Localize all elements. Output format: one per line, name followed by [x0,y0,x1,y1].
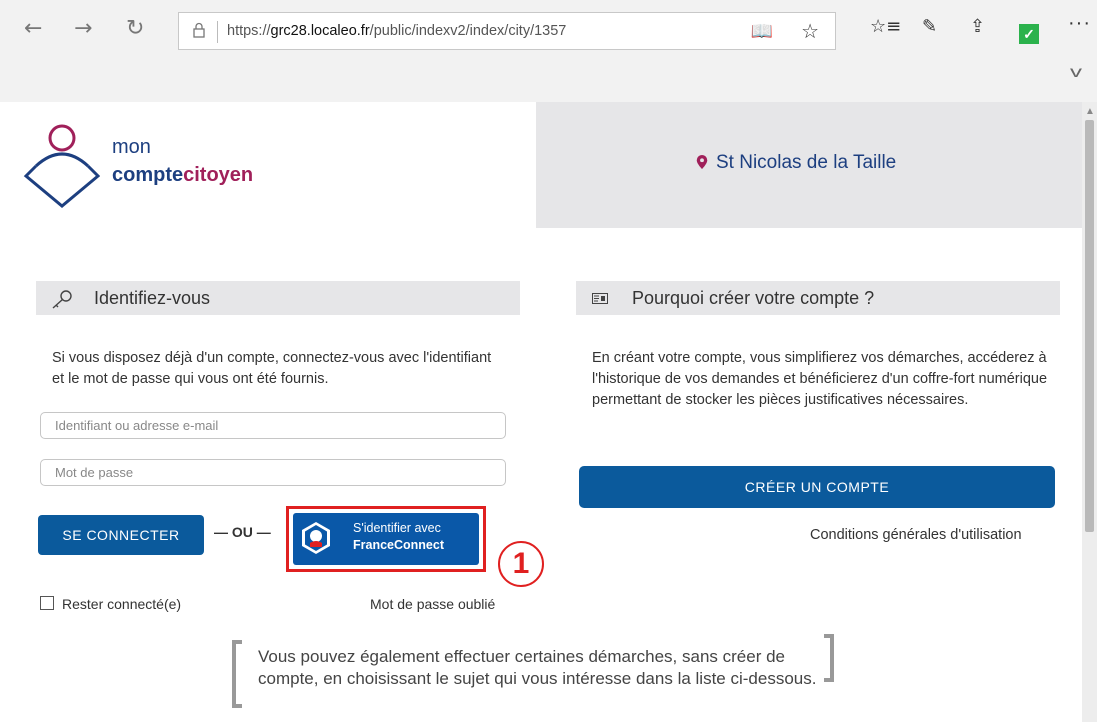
forgot-password-link[interactable]: Mot de passe oublié [370,596,495,612]
franceconnect-button[interactable]: S'identifier avec FranceConnect [293,513,479,565]
favorites-hub-icon[interactable]: ☆≡ [870,16,901,37]
why-section-title: Pourquoi créer votre compte ? [632,288,875,308]
pen-icon[interactable]: ✎ [922,16,937,37]
city-name: St Nicolas de la Taille [696,152,896,174]
address-bar[interactable]: https://grc28.localeo.fr/public/indexv2/… [178,12,836,50]
id-card-icon [592,293,608,304]
login-section-title: Identifiez-vous [94,288,211,308]
url-text: https://grc28.localeo.fr/public/indexv2/… [227,23,567,39]
franceconnect-line1: S'identifier avec [353,521,441,535]
login-input[interactable] [40,412,506,439]
key-icon [52,290,72,309]
address-divider [217,21,218,43]
password-input[interactable] [40,459,506,486]
extension-check-icon[interactable]: ✓ [1019,24,1039,44]
connect-button[interactable]: SE CONNECTER [38,515,204,555]
no-account-note: Vous pouvez également effectuer certaine… [258,647,817,688]
bracket-right [824,634,834,682]
why-section-header: Pourquoi créer votre compte ? [576,281,1060,315]
favorite-star-icon[interactable]: ☆ [801,19,819,44]
or-separator: — OU — [214,524,271,540]
franceconnect-line2: FranceConnect [353,538,444,552]
browser-toolbar: ← → ↻ https://grc28.localeo.fr/public/in… [0,0,1097,103]
chevron-down-icon[interactable]: v [1070,64,1082,82]
refresh-icon[interactable]: ↻ [126,16,144,41]
callout-number-1: 1 [498,541,544,587]
login-intro-text: Si vous disposez déjà d'un compte, conne… [52,350,492,387]
checkbox-icon[interactable] [40,596,54,610]
lock-icon [193,22,205,38]
more-icon[interactable]: ··· [1068,12,1091,35]
back-icon[interactable]: ← [24,16,42,41]
logo-text-comptecitoyen: comptecitoyen [112,164,254,186]
bracket-left [232,640,242,708]
map-pin-icon [696,155,708,169]
remember-me-checkbox[interactable]: Rester connecté(e) [40,596,181,612]
terms-link[interactable]: Conditions générales d'utilisation [810,527,1022,543]
logo-text-mon: mon [112,136,151,158]
reading-view-icon[interactable]: 📖 [751,21,773,42]
scrollbar-thumb[interactable] [1085,120,1094,532]
citizen-logo-icon [23,124,100,208]
franceconnect-logo-icon [302,522,330,554]
scrollbar[interactable]: ▲ [1082,102,1097,722]
scroll-up-icon[interactable]: ▲ [1085,106,1095,117]
share-icon[interactable]: ⇪ [970,16,985,37]
why-text: En créant votre compte, vous simplifiere… [592,350,1048,408]
create-account-button[interactable]: CRÉER UN COMPTE [579,466,1055,508]
login-section-header: Identifiez-vous [36,281,520,315]
forward-icon[interactable]: → [74,16,92,41]
